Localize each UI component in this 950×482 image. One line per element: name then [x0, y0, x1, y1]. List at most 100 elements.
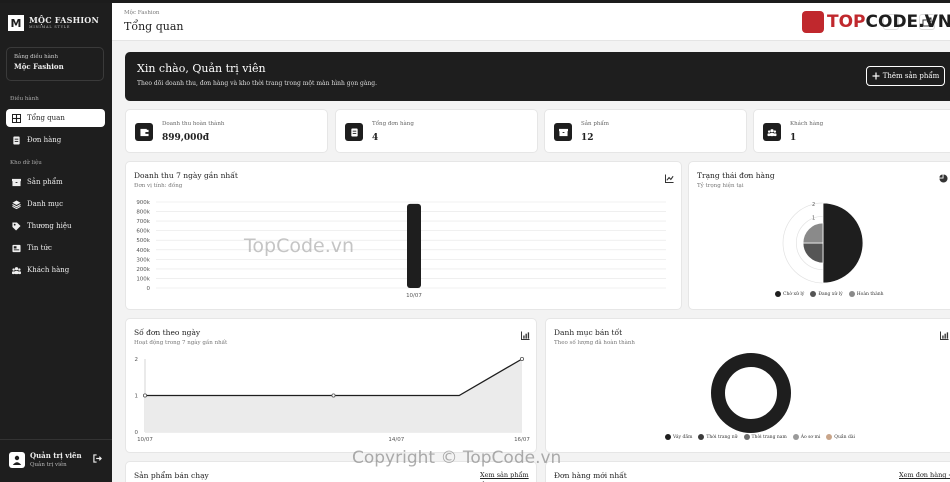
stat-label: Khách hàng — [790, 121, 824, 127]
status-slice — [802, 242, 824, 264]
section-label-manage: Điều hành — [10, 96, 39, 102]
watermark-logo-prefix: TOP — [827, 12, 866, 32]
card-subtitle: Theo số lượng đã hoàn thành — [554, 340, 635, 346]
legend-label: Thời trang nữ — [706, 434, 738, 440]
stat-value: 899,000đ — [162, 133, 209, 143]
sidebar-item-overview[interactable]: Tổng quan — [6, 109, 105, 127]
brand[interactable]: M MỘC FASHION MINIMAL STYLE — [8, 15, 99, 31]
watermark-copyright: Copyright © TopCode.vn — [352, 448, 562, 468]
users-icon — [12, 266, 21, 274]
add-product-button[interactable]: Thêm sản phẩm — [866, 66, 945, 86]
bar-chart-icon[interactable] — [940, 331, 949, 340]
sidebar-item-customers[interactable]: Khách hàng — [6, 261, 105, 279]
sidebar-item-categories[interactable]: Danh mục — [6, 195, 105, 213]
view-products-link[interactable]: Xem sản phẩm ➔ — [480, 471, 536, 482]
sidebar: M MỘC FASHION MINIMAL STYLE Bảng điều hà… — [0, 3, 112, 482]
receipt-icon — [350, 127, 358, 137]
layers-icon — [12, 199, 21, 209]
user-name: Quản trị viên — [30, 451, 82, 460]
grid-icon — [12, 113, 21, 123]
page-title: Tổng quan — [124, 20, 184, 33]
y-tick-label: 100k — [136, 276, 150, 282]
logout-icon[interactable] — [93, 454, 102, 463]
welcome-subtitle: Theo dõi doanh thu, đơn hàng và kho thời… — [137, 80, 378, 87]
legend-swatch — [775, 291, 781, 297]
plus-icon — [872, 72, 880, 80]
legend-label: Đang xử lý — [818, 291, 843, 297]
card-title: Trạng thái đơn hàng — [697, 171, 775, 180]
sidebar-item-label: Đơn hàng — [27, 136, 62, 144]
y-tick-label: 800k — [136, 210, 150, 216]
tag-icon — [12, 221, 21, 231]
legend-swatch — [848, 291, 855, 297]
legend-item[interactable]: Áo sơ mi — [792, 434, 821, 440]
status-slice — [802, 222, 824, 244]
y-tick-label: 0 — [135, 430, 139, 436]
x-tick-label: 10/07 — [137, 437, 153, 443]
user-box[interactable]: Quản trị viên Quản trị viên — [0, 439, 112, 479]
y-tick-label: 1 — [135, 394, 139, 400]
legend-label: Thời trang nam — [751, 434, 787, 440]
top-header: Mộc Fashion Tổng quan TOPCODE.VN — [112, 3, 950, 41]
x-tick-label: 10/07 — [406, 293, 422, 299]
y-tick-label: 900k — [136, 200, 150, 206]
data-point — [519, 357, 524, 362]
wallet-icon — [139, 128, 149, 136]
user-icon — [12, 455, 22, 465]
box-icon — [12, 178, 21, 186]
panel-label: Bảng điều hành — [14, 54, 58, 60]
legend-item[interactable]: Đang xử lý — [810, 291, 843, 297]
legend-label: Hoàn thành — [856, 291, 884, 297]
legend-item[interactable]: Thời trang nữ — [698, 434, 738, 440]
legend-item[interactable]: Váy đầm — [665, 434, 692, 440]
welcome-title: Xin chào, Quản trị viên — [137, 62, 266, 75]
legend-label: Áo sơ mi — [800, 434, 821, 440]
panel-name: Mộc Fashion — [14, 62, 64, 71]
stat-value: 4 — [372, 133, 379, 143]
sidebar-item-products[interactable]: Sản phẩm — [6, 173, 105, 191]
order-status-chart: 21 — [782, 202, 864, 284]
sidebar-item-label: Khách hàng — [27, 266, 70, 274]
stat-card-products: Sản phẩm 12 — [544, 109, 747, 153]
brand-tagline: MINIMAL STYLE — [29, 25, 71, 29]
revenue-chart: 900k 800k 700k 600k 500k 400k 300k 200k 100k 0 10/… — [136, 200, 666, 299]
box-icon — [558, 128, 568, 136]
legend-swatch — [810, 291, 817, 297]
radial-tick-label: 2 — [812, 202, 815, 208]
status-slice — [822, 202, 864, 284]
sidebar-item-label: Danh mục — [27, 200, 64, 208]
view-orders-link[interactable]: Xem đơn hàng ➔ — [899, 471, 950, 479]
legend-item[interactable]: Thời trang nam — [743, 434, 787, 440]
order-status-card: Trạng thái đơn hàng Tỷ trọng hiện tại 21… — [688, 161, 950, 310]
newspaper-icon — [12, 244, 21, 252]
stat-value: 1 — [790, 133, 797, 143]
sidebar-item-news[interactable]: Tin tức — [6, 239, 105, 257]
pie-chart-icon[interactable] — [939, 174, 948, 183]
legend-swatch — [743, 434, 750, 440]
stat-card-orders: Tổng đơn hàng 4 — [335, 109, 538, 153]
section-label-data: Kho dữ liệu — [10, 160, 42, 166]
sidebar-item-orders[interactable]: Đơn hàng — [6, 131, 105, 149]
revenue-card: Doanh thu 7 ngày gần nhất Đơn vị tính: đ… — [125, 161, 682, 310]
category-slice — [711, 353, 791, 433]
x-tick-label: 16/07 — [514, 437, 530, 443]
radial-tick-label: 1 — [812, 215, 815, 221]
sidebar-item-brands[interactable]: Thương hiệu — [6, 217, 105, 235]
breadcrumb[interactable]: Mộc Fashion — [124, 10, 159, 16]
legend-swatch — [826, 434, 833, 440]
legend-swatch — [792, 434, 799, 440]
brand-name: MỘC FASHION — [29, 15, 99, 25]
legend-item[interactable]: Chờ xử lý — [775, 291, 804, 297]
orders-per-day-chart: 2 1 010/07 14/07 16/07 — [135, 357, 531, 443]
watermark-badge-icon — [802, 11, 824, 33]
best-categories-card: Danh mục bán tốt Theo số lượng đã hoàn t… — [545, 318, 950, 453]
card-subtitle: Hoạt động trong 7 ngày gần nhất — [134, 340, 228, 346]
legend-item[interactable]: Quần dài — [826, 434, 855, 440]
sidebar-item-label: Tin tức — [27, 244, 52, 252]
bar-chart-icon[interactable] — [521, 331, 530, 340]
y-tick-label: 0 — [147, 286, 151, 292]
legend-item[interactable]: Hoàn thành — [848, 291, 884, 297]
add-product-label: Thêm sản phẩm — [882, 72, 940, 80]
avatar — [9, 451, 25, 468]
line-chart-icon[interactable] — [665, 174, 674, 183]
